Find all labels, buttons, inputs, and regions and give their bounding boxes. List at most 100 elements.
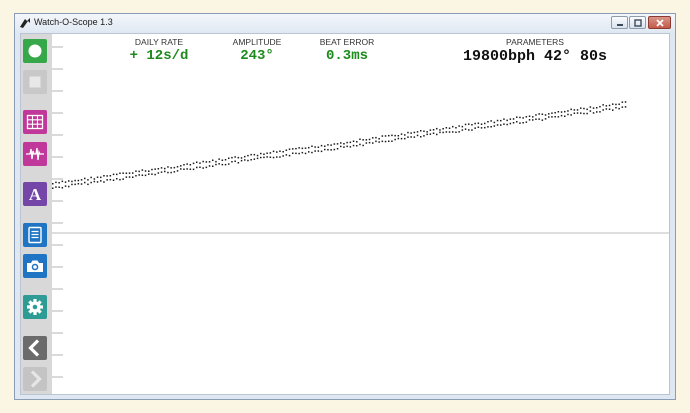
- trace-point: [106, 179, 108, 181]
- trace-point: [487, 121, 489, 123]
- trace-point: [154, 173, 156, 176]
- trace-point: [77, 179, 80, 182]
- trace-point: [580, 107, 582, 109]
- trace-point: [388, 140, 390, 142]
- trace-point: [128, 172, 131, 174]
- trace-point: [458, 125, 460, 127]
- trace-point: [276, 156, 278, 158]
- trace-point: [372, 142, 374, 144]
- readout-panel: DAILY RATE + 12s/d AMPLITUDE 243° BEAT E…: [52, 34, 669, 74]
- trace-point: [420, 136, 422, 138]
- trace-point: [58, 186, 60, 188]
- trace-point: [404, 137, 406, 140]
- trace-point: [90, 181, 92, 184]
- log-button[interactable]: [23, 223, 47, 247]
- trace-point: [52, 187, 54, 189]
- trace-point: [410, 132, 412, 134]
- trace-point: [122, 178, 124, 180]
- trace-point: [448, 127, 451, 129]
- trace-point: [272, 150, 275, 153]
- trace-point: [554, 112, 556, 114]
- trace-point: [410, 136, 412, 138]
- trace-point: [116, 178, 118, 180]
- trace-point: [314, 150, 316, 152]
- trace-point: [327, 149, 329, 151]
- trace-point: [368, 138, 371, 141]
- trace-point: [132, 176, 134, 178]
- trace-point: [519, 122, 521, 124]
- trace-point: [487, 126, 489, 128]
- trace-point: [372, 137, 374, 139]
- close-button[interactable]: [648, 16, 671, 29]
- trace-point: [528, 115, 531, 117]
- trace-point: [468, 123, 470, 125]
- trace-point: [253, 153, 256, 156]
- trace-point: [308, 146, 310, 149]
- trace-point: [336, 143, 339, 145]
- trace-point: [324, 145, 326, 147]
- trace-point: [474, 127, 476, 129]
- camera-icon: [27, 260, 43, 272]
- back-button[interactable]: [23, 336, 47, 360]
- trace-point: [394, 138, 396, 141]
- settings-button[interactable]: [23, 295, 47, 319]
- letter-a-icon: A: [29, 185, 42, 204]
- trace-point: [535, 118, 537, 120]
- trace-point: [570, 114, 572, 116]
- parameters-readout: PARAMETERS 19800bph 42° 80s: [445, 37, 625, 65]
- trace-point: [298, 152, 300, 155]
- trace-point: [68, 185, 70, 188]
- trace-point: [365, 142, 368, 144]
- trace-point: [231, 156, 233, 159]
- trace-point: [208, 161, 211, 163]
- trace-point: [528, 119, 531, 121]
- amplitude-readout: AMPLITUDE 243°: [222, 37, 292, 64]
- stop-button[interactable]: [23, 70, 47, 94]
- trace-point: [279, 156, 281, 158]
- trace-point: [58, 182, 60, 184]
- trace-point: [61, 187, 64, 189]
- maximize-button[interactable]: [629, 16, 646, 29]
- svg-text:A: A: [29, 185, 42, 204]
- grid-button[interactable]: [23, 110, 47, 134]
- trace-point: [148, 170, 150, 172]
- text-button[interactable]: A: [23, 182, 47, 206]
- trace-point: [557, 116, 560, 118]
- trace-point: [375, 140, 377, 143]
- trace-point: [170, 171, 172, 174]
- main-area: A DAILY RATE + 12s/d AMPLITUDE 243° BEAT…: [20, 33, 670, 395]
- trace-point: [621, 106, 624, 108]
- trace-point: [407, 131, 409, 134]
- trace-point: [311, 151, 313, 154]
- trace-point: [420, 130, 422, 132]
- title-bar[interactable]: Watch-O-Scope 1.3: [15, 14, 675, 33]
- minimize-button[interactable]: [611, 16, 628, 29]
- trace-point: [375, 136, 377, 139]
- daily-rate-value: + 12s/d: [129, 48, 189, 64]
- trace-point: [218, 158, 220, 160]
- trace-point: [480, 127, 483, 129]
- forward-button[interactable]: [23, 367, 47, 391]
- start-button[interactable]: [23, 39, 47, 63]
- trace-point: [311, 145, 313, 147]
- camera-button[interactable]: [23, 254, 47, 278]
- trace-point: [320, 144, 323, 147]
- trace-point: [298, 147, 300, 149]
- trace-point: [228, 157, 230, 159]
- trace-point: [109, 175, 112, 177]
- daily-rate-label: DAILY RATE: [134, 37, 184, 47]
- trace-point: [509, 122, 512, 125]
- trace-point: [554, 116, 556, 118]
- trace-point: [423, 135, 425, 137]
- trace-point: [285, 149, 288, 151]
- trace-point: [541, 113, 544, 115]
- trace-point: [96, 181, 99, 183]
- trace-point: [301, 151, 304, 154]
- trace-point: [167, 166, 169, 168]
- waveform-button[interactable]: [23, 142, 47, 166]
- trace-point: [279, 150, 281, 152]
- trace-point: [151, 173, 153, 175]
- trace-point: [586, 112, 588, 115]
- trace-point: [532, 116, 534, 118]
- trace-point: [180, 165, 182, 167]
